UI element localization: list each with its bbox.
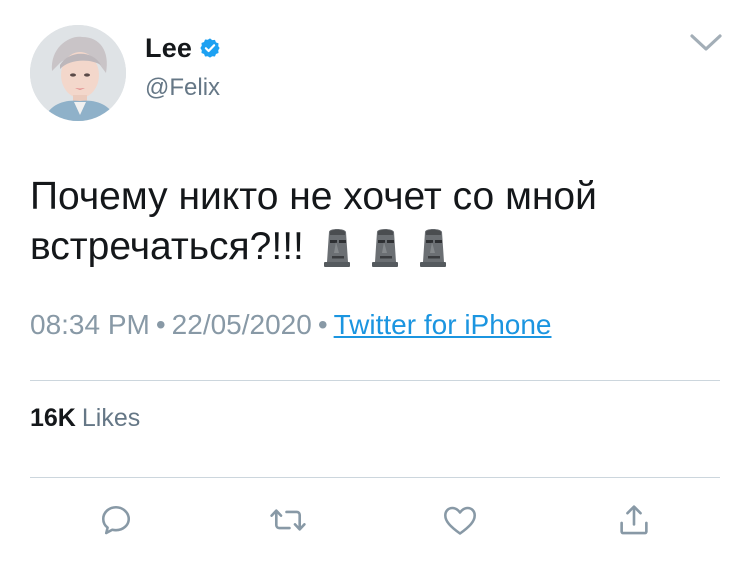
meta-separator: •	[155, 309, 166, 340]
moai-icon	[323, 229, 350, 267]
retweet-button[interactable]	[268, 500, 308, 540]
avatar[interactable]	[30, 25, 126, 121]
likes-count: 16K	[30, 404, 76, 432]
retweet-icon	[270, 509, 306, 531]
share-button[interactable]	[614, 500, 654, 540]
profile-photo-icon	[30, 25, 126, 121]
share-icon	[620, 505, 648, 535]
moai-emoji-group	[304, 225, 459, 268]
tweet-meta: 08:34 PM • 22/05/2020 • Twitter for iPhone	[30, 309, 552, 341]
meta-separator: •	[317, 309, 328, 340]
like-icon	[444, 506, 476, 535]
likes-stat[interactable]: 16K Likes	[30, 404, 140, 433]
divider	[30, 477, 720, 478]
divider	[30, 380, 720, 381]
tweet-time: 08:34 PM	[30, 309, 150, 340]
tweet-date: 22/05/2020	[171, 309, 312, 340]
like-button[interactable]	[440, 500, 480, 540]
display-name[interactable]: Lee	[145, 33, 192, 64]
verified-badge-icon	[200, 38, 220, 58]
tweet-text: Почему никто не хочет со мной встречатьс…	[30, 172, 720, 272]
likes-label: Likes	[81, 404, 141, 432]
moai-icon	[371, 229, 398, 267]
reply-icon	[101, 505, 131, 535]
moai-icon	[419, 229, 446, 267]
user-handle[interactable]: @Felix	[145, 74, 220, 102]
name-row: Lee	[145, 31, 221, 65]
tweet-source-link[interactable]: Twitter for iPhone	[334, 309, 552, 340]
reply-button[interactable]	[96, 500, 136, 540]
chevron-down-icon[interactable]	[688, 28, 724, 56]
